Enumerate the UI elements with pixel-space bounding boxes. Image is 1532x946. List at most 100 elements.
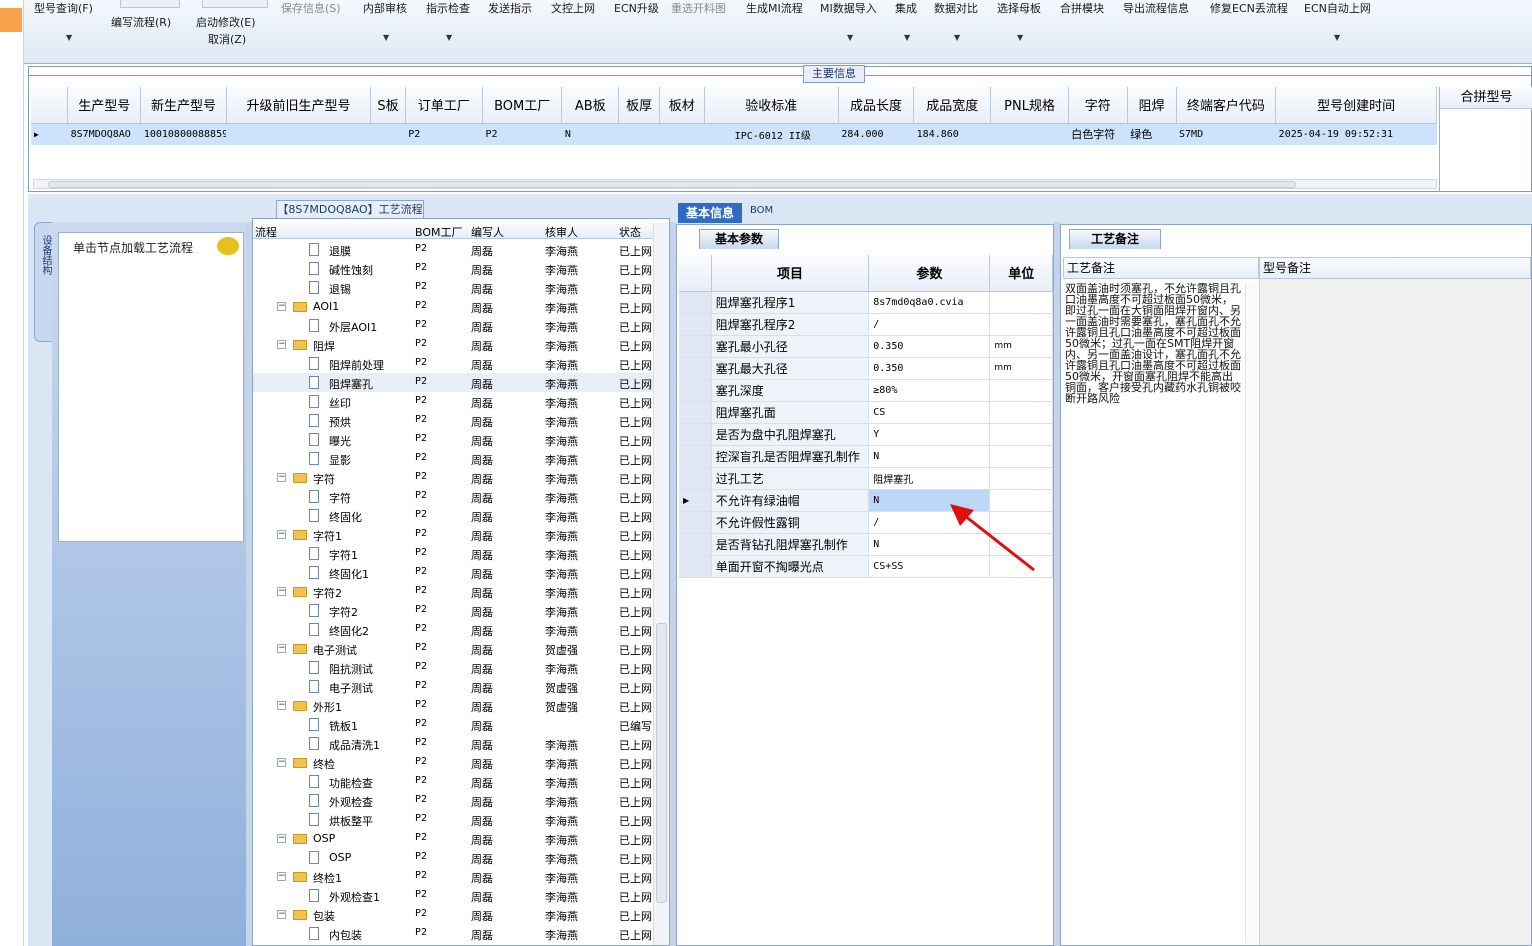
param-unit-cell[interactable]	[989, 467, 1053, 490]
tree-row[interactable]: 烘板整平 P2 周磊 李海燕 已上网	[253, 810, 653, 829]
toolbar-instruction-check[interactable]: 指示检查	[426, 0, 470, 16]
column-header[interactable]: 型号创建时间	[1275, 87, 1437, 124]
column-header[interactable]: 参数	[868, 255, 991, 292]
param-row[interactable]: 塞孔深度 ≥80%	[679, 379, 1053, 402]
param-row[interactable]: 阻焊塞孔面 CS	[679, 401, 1053, 424]
tree-row[interactable]: − 电子测试 P2 周磊 贺虚强 已上网	[253, 639, 653, 658]
toolbar-doc-online[interactable]: 文控上网	[551, 0, 595, 16]
table-cell[interactable]: S7MD	[1176, 123, 1276, 145]
tree-row[interactable]: − 阻焊 P2 周磊 李海燕 已上网	[253, 335, 653, 354]
tree-row[interactable]: 内包装 P2 周磊 李海燕 已上网	[253, 924, 653, 943]
tree-node-label[interactable]: 字符	[329, 490, 351, 506]
tree-row[interactable]: 阻抗测试 P2 周磊 李海燕 已上网	[253, 658, 653, 677]
toolbar-internal-review[interactable]: 内部审核	[363, 0, 407, 16]
column-header[interactable]: 成品宽度	[913, 87, 992, 124]
tree-node-label[interactable]: OSP	[329, 851, 351, 864]
column-header[interactable]: 新生产型号	[140, 87, 227, 124]
tree-row[interactable]: − 字符 P2 周磊 李海燕 已上网	[253, 468, 653, 487]
tree-row[interactable]: OSP P2 周磊 李海燕 已上网	[253, 848, 653, 867]
param-unit-cell[interactable]	[989, 291, 1053, 314]
tree-row[interactable]: 碱性蚀刻 P2 周磊 李海燕 已上网	[253, 259, 653, 278]
chevron-down-icon[interactable]: ▼	[904, 33, 910, 42]
tree-node-label[interactable]: 显影	[329, 452, 351, 468]
tree-row[interactable]: 显影 P2 周磊 李海燕 已上网	[253, 449, 653, 468]
tree-row[interactable]: 终固化1 P2 周磊 李海燕 已上网	[253, 563, 653, 582]
param-unit-cell[interactable]	[989, 313, 1053, 336]
tree-node-label[interactable]: 碱性蚀刻	[329, 262, 373, 278]
toolbar-mi-import[interactable]: MI数据导入	[820, 0, 877, 16]
chevron-down-icon[interactable]: ▼	[383, 33, 389, 42]
scrollbar-thumb[interactable]	[48, 181, 1296, 188]
tree-node-label[interactable]: 包装	[313, 908, 335, 924]
model-remark-area[interactable]	[1259, 279, 1531, 945]
column-header[interactable]: 单位	[989, 255, 1053, 292]
tree-row[interactable]: 字符2 P2 周磊 李海燕 已上网	[253, 601, 653, 620]
toolbar-export-flow[interactable]: 导出流程信息	[1123, 0, 1189, 16]
table-cell[interactable]	[226, 123, 371, 145]
param-value-cell[interactable]: 0.350	[868, 335, 991, 358]
tree-node-label[interactable]: 终固化2	[329, 623, 369, 639]
tree-node-label[interactable]: 成品清洗1	[329, 737, 380, 753]
tree-node-label[interactable]: OSP	[313, 832, 335, 845]
table-cell[interactable]	[618, 123, 660, 145]
column-header[interactable]: 板材	[659, 87, 705, 124]
tree-node-label[interactable]: 退锡	[329, 281, 351, 297]
table-cell[interactable]: IPC-6012 II级	[704, 123, 839, 145]
tree-node-label[interactable]: 预烘	[329, 414, 351, 430]
column-header[interactable]: 核审人	[545, 224, 578, 240]
tree-node-label[interactable]: AOI1	[313, 300, 339, 313]
tree-node-label[interactable]: 铣板1	[329, 718, 358, 734]
vertical-scrollbar[interactable]	[653, 223, 669, 945]
tree-node-label[interactable]: 丝印	[329, 395, 351, 411]
tab-basic-info[interactable]: 基本信息	[678, 203, 742, 223]
column-header[interactable]: 板厚	[618, 87, 660, 124]
table-cell[interactable]	[370, 123, 406, 145]
param-row[interactable]: 是否为盘中孔阻焊塞孔 Y	[679, 423, 1053, 446]
tab-process-remarks[interactable]: 工艺备注	[1069, 229, 1161, 249]
tree-row[interactable]: 阻焊塞孔 P2 周磊 李海燕 已上网	[253, 373, 653, 392]
tree-row[interactable]: − 外形1 P2 周磊 贺虚强 已上网	[253, 696, 653, 715]
chevron-down-icon[interactable]: ▼	[66, 33, 72, 42]
collapse-icon[interactable]: −	[277, 587, 286, 596]
tree-node-label[interactable]: 字符2	[313, 585, 342, 601]
param-value-cell[interactable]: CS	[868, 401, 991, 424]
column-header[interactable]: 验收标准	[704, 87, 839, 124]
collapse-icon[interactable]: −	[277, 701, 286, 710]
toolbar-save-info[interactable]: 保存信息(S)	[281, 0, 341, 16]
column-header[interactable]: 订单工厂	[405, 87, 484, 124]
tree-row[interactable]: − 字符1 P2 周磊 李海燕 已上网	[253, 525, 653, 544]
tree-node-label[interactable]: 阻焊塞孔	[329, 376, 373, 392]
tree-node-label[interactable]: 字符1	[313, 528, 342, 544]
param-row[interactable]: 过孔工艺 阻焊塞孔	[679, 467, 1053, 490]
toolbar-fix-ecn[interactable]: 修复ECN丢流程	[1210, 0, 1288, 16]
column-header[interactable]: 生产型号	[67, 87, 142, 124]
tree-node-label[interactable]: 内包装	[329, 927, 362, 943]
tree-row[interactable]: 曝光 P2 周磊 李海燕 已上网	[253, 430, 653, 449]
tree-node-label[interactable]: 阻焊	[313, 338, 335, 354]
tree-row[interactable]: 终固化2 P2 周磊 李海燕 已上网	[253, 620, 653, 639]
chevron-down-icon[interactable]: ▼	[954, 33, 960, 42]
param-value-cell[interactable]: 0.350	[868, 357, 991, 380]
column-header[interactable]: AB板	[561, 87, 620, 124]
column-header[interactable]: 流程	[255, 224, 277, 240]
table-cell[interactable]	[990, 123, 1069, 145]
tree-row[interactable]: 外观检查1 P2 周磊 李海燕 已上网	[253, 886, 653, 905]
table-cell[interactable]: 8S7MDOQ8AO	[67, 123, 141, 145]
column-header[interactable]: S板	[370, 87, 406, 124]
tree-row[interactable]: − 字符2 P2 周磊 李海燕 已上网	[253, 582, 653, 601]
tree-row[interactable]: − AOI1 P2 周磊 李海燕 已上网	[253, 297, 653, 316]
toolbar-data-compare[interactable]: 数据对比	[934, 0, 978, 16]
tree-row[interactable]: 字符 P2 周磊 李海燕 已上网	[253, 487, 653, 506]
tree-row[interactable]: 成品清洗1 P2 周磊 李海燕 已上网	[253, 734, 653, 753]
collapse-icon[interactable]: −	[277, 302, 286, 311]
collapse-icon[interactable]: −	[277, 834, 286, 843]
tree-row[interactable]: − 终检1 P2 周磊 李海燕 已上网	[253, 867, 653, 886]
tree-node-label[interactable]: 字符2	[329, 604, 358, 620]
collapse-icon[interactable]: −	[277, 473, 286, 482]
tree-node-label[interactable]: 外观检查1	[329, 889, 380, 905]
table-cell[interactable]: N	[561, 123, 619, 145]
toolbar-reselect-cutting[interactable]: 重选开料图	[671, 0, 726, 16]
collapse-icon[interactable]: −	[277, 530, 286, 539]
param-row[interactable]: 控深盲孔是否阻焊塞孔制作 N	[679, 445, 1053, 468]
process-remark-text[interactable]: 双面盖油时须塞孔，不允许露铜且孔口油墨高度不可超过板面50微米，即过孔一面在大铜…	[1065, 283, 1243, 404]
